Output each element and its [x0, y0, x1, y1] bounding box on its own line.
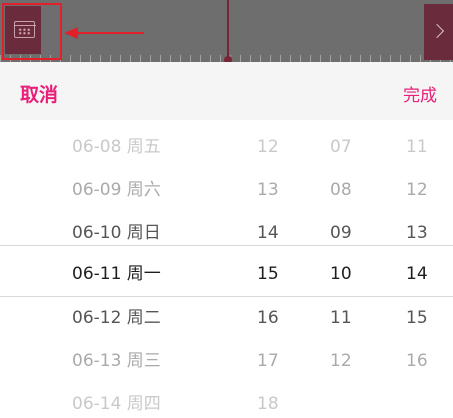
annotation-arrow-line	[68, 32, 144, 34]
picker-row[interactable]: 06-08 周五 12 07 11	[0, 124, 453, 168]
date-cell: 06-11 周一	[72, 264, 161, 284]
value-cell-2: 12	[330, 351, 352, 371]
timeline-cursor	[227, 0, 229, 62]
value-cell-2: 09	[330, 223, 352, 243]
date-cell: 06-14 周四	[72, 394, 161, 414]
value-cell-1: 14	[257, 223, 279, 243]
picker-row[interactable]: 06-14 周四 18	[0, 381, 453, 418]
value-cell-1: 16	[257, 308, 279, 328]
value-cell-2: 08	[330, 180, 352, 200]
value-cell-2: 07	[330, 137, 352, 157]
value-cell-3: 12	[406, 180, 428, 200]
picker-row[interactable]: 06-13 周三 17 12 16	[0, 338, 453, 382]
picker-row[interactable]: 06-09 周六 13 08 12	[0, 167, 453, 211]
value-cell-2: 10	[330, 264, 352, 284]
date-time-picker[interactable]: 06-08 周五 12 07 11 06-09 周六 13 08 12 06-1…	[0, 120, 453, 418]
value-cell-1: 12	[257, 137, 279, 157]
value-cell-3: 15	[406, 308, 428, 328]
date-cell: 06-13 周三	[72, 351, 161, 371]
date-cell: 06-08 周五	[72, 137, 161, 157]
value-cell-3: 11	[406, 137, 428, 157]
date-cell: 06-09 周六	[72, 180, 161, 200]
picker-row[interactable]: 06-12 周二 16 11 15	[0, 295, 453, 339]
cancel-button[interactable]: 取消	[20, 80, 58, 107]
chevron-right-icon	[429, 23, 445, 39]
value-cell-3: 16	[406, 351, 428, 371]
value-cell-1: 13	[257, 180, 279, 200]
value-cell-3: 13	[406, 223, 428, 243]
timeline-bar[interactable]	[0, 0, 453, 62]
value-cell-1: 17	[257, 351, 279, 371]
picker-action-bar: 取消 完成	[0, 62, 453, 120]
value-cell-1: 18	[257, 394, 279, 414]
annotation-highlight-box	[2, 3, 62, 60]
value-cell-1: 15	[257, 264, 279, 284]
picker-row[interactable]: 06-10 周日 14 09 13	[0, 210, 453, 254]
date-cell: 06-10 周日	[72, 223, 161, 243]
picker-row-selected[interactable]: 06-11 周一 15 10 14	[0, 251, 453, 295]
next-button[interactable]	[424, 4, 453, 60]
value-cell-2: 11	[330, 308, 352, 328]
value-cell-3: 14	[406, 264, 428, 284]
done-button[interactable]: 完成	[403, 81, 437, 106]
date-cell: 06-12 周二	[72, 308, 161, 328]
